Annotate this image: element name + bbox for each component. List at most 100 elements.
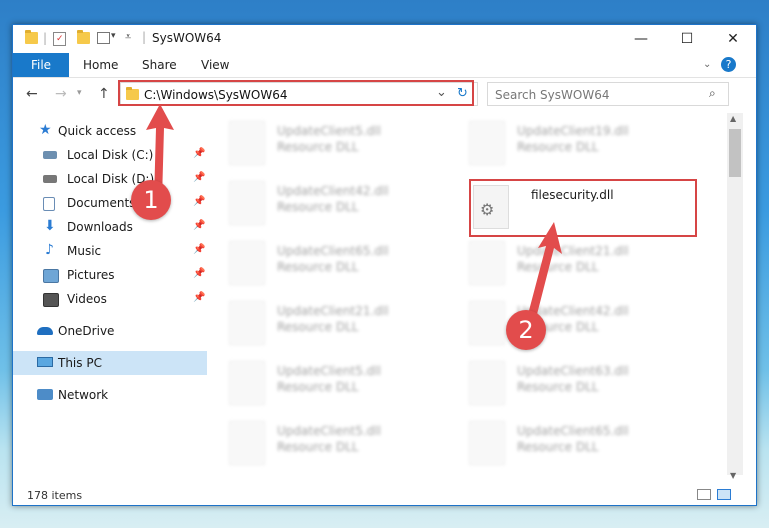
file-type: Resource DLL: [277, 200, 359, 214]
file-type: Resource DLL: [517, 380, 599, 394]
explorer-window: | ✓ ▾ ⩡ | SysWOW64 — ☐ ✕ File Home Share…: [12, 24, 757, 506]
file-name: UpdateClient21.dll: [277, 304, 389, 318]
file-type: Resource DLL: [277, 140, 359, 154]
window-title: SysWOW64: [152, 31, 222, 45]
large-icons-view-icon[interactable]: [717, 489, 731, 500]
scrollbar-thumb[interactable]: [729, 129, 741, 177]
downloads-icon: ⬇: [44, 218, 56, 234]
sidebar-item-music[interactable]: ♪ Music 📌: [13, 239, 207, 263]
pin-icon[interactable]: 📌: [193, 244, 205, 255]
ribbon-tabs: File Home Share View ⌄ ?: [13, 53, 756, 78]
tab-file[interactable]: File: [13, 53, 69, 77]
sidebar-item-label: OneDrive: [58, 324, 115, 338]
navigation-row: ← → ▾ ↑ C:\Windows\SysWOW64 ⌄ ↻ Search S…: [13, 78, 756, 112]
file-type: Resource DLL: [277, 380, 359, 394]
tab-view[interactable]: View: [201, 53, 229, 77]
file-name: UpdateClient5.dll: [277, 424, 381, 438]
computer-icon: [37, 357, 53, 367]
sidebar-item-label: Documents: [67, 196, 136, 210]
file-item[interactable]: UpdateClient5.dll Resource DLL: [229, 361, 459, 417]
file-item[interactable]: UpdateClient42.dll Resource DLL: [469, 301, 699, 357]
file-item[interactable]: UpdateClient5.dll Resource DLL: [229, 121, 459, 177]
title-bar: | ✓ ▾ ⩡ | SysWOW64 — ☐ ✕: [13, 25, 756, 53]
item-count: 178 items: [27, 489, 83, 502]
sidebar-item-label: Videos: [67, 292, 107, 306]
dll-file-icon: [469, 361, 505, 405]
file-item[interactable]: UpdateClient21.dll Resource DLL: [229, 301, 459, 357]
back-button[interactable]: ←: [26, 86, 38, 102]
search-placeholder: Search SysWOW64: [495, 88, 610, 102]
pictures-icon: [43, 269, 59, 283]
sidebar-item-label: Music: [67, 244, 102, 258]
up-button[interactable]: ↑: [98, 86, 110, 102]
videos-icon: [43, 293, 59, 307]
sidebar-item-videos[interactable]: Videos 📌: [13, 287, 207, 311]
dll-file-icon: [229, 361, 265, 405]
pin-icon[interactable]: 📌: [193, 172, 205, 183]
recent-locations-icon[interactable]: ▾: [77, 88, 82, 98]
file-item[interactable]: UpdateClient19.dll Resource DLL: [469, 121, 699, 177]
folder-icon: [25, 30, 38, 44]
cloud-icon: [37, 327, 53, 335]
maximize-button[interactable]: ☐: [664, 25, 710, 53]
file-type: Resource DLL: [277, 440, 359, 454]
sidebar-item-downloads[interactable]: ⬇ Downloads 📌: [13, 215, 207, 239]
dll-file-icon: [229, 121, 265, 165]
file-name: UpdateClient63.dll: [517, 364, 629, 378]
dll-file-icon: [469, 241, 505, 285]
file-name: UpdateClient42.dll: [277, 184, 389, 198]
separator: |: [43, 31, 48, 45]
forward-button[interactable]: →: [55, 86, 67, 102]
scroll-up-icon[interactable]: ▲: [730, 114, 736, 123]
expand-ribbon-icon[interactable]: ⌄: [703, 59, 711, 70]
file-item[interactable]: UpdateClient65.dll Resource DLL: [469, 421, 699, 477]
dll-file-icon: [469, 121, 505, 165]
file-item[interactable]: UpdateClient63.dll Resource DLL: [469, 361, 699, 417]
file-name: UpdateClient65.dll: [277, 244, 389, 258]
pin-icon[interactable]: 📌: [193, 148, 205, 159]
file-item[interactable]: UpdateClient42.dll Resource DLL: [229, 181, 459, 237]
file-type: Resource DLL: [277, 260, 359, 274]
network-icon: [37, 389, 53, 400]
minimize-button[interactable]: —: [618, 25, 664, 53]
pin-icon[interactable]: 📌: [193, 196, 205, 207]
tab-share[interactable]: Share: [142, 53, 177, 77]
properties-icon[interactable]: ✓: [53, 32, 66, 46]
details-view-icon[interactable]: [697, 489, 711, 500]
close-button[interactable]: ✕: [710, 25, 756, 53]
status-bar: [13, 481, 756, 505]
search-icon[interactable]: ⌕: [709, 86, 716, 101]
sidebar-item-pictures[interactable]: Pictures 📌: [13, 263, 207, 287]
file-name: UpdateClient5.dll: [277, 364, 381, 378]
music-icon: ♪: [45, 242, 54, 258]
view-options-icon[interactable]: [97, 32, 110, 44]
pin-icon[interactable]: 📌: [193, 292, 205, 303]
file-item[interactable]: UpdateClient65.dll Resource DLL: [229, 241, 459, 297]
sidebar-item-label: This PC: [58, 356, 102, 370]
pin-icon[interactable]: 📌: [193, 268, 205, 279]
file-type: Resource DLL: [517, 440, 599, 454]
drive-icon: [43, 175, 57, 183]
file-item[interactable]: UpdateClient21.dll Resource DLL: [469, 241, 699, 297]
file-item[interactable]: UpdateClient5.dll Resource DLL: [229, 421, 459, 477]
new-folder-icon[interactable]: [77, 30, 90, 44]
sidebar-item-label: Quick access: [58, 124, 137, 138]
pin-icon[interactable]: 📌: [193, 220, 205, 231]
chevron-down-icon[interactable]: ▾: [111, 31, 116, 41]
file-name: UpdateClient65.dll: [517, 424, 629, 438]
help-button[interactable]: ?: [721, 57, 736, 72]
dll-file-icon: [229, 301, 265, 345]
tab-home[interactable]: Home: [83, 53, 118, 77]
customize-toolbar-icon[interactable]: ⩡: [125, 30, 131, 44]
scroll-down-icon[interactable]: ▼: [730, 471, 736, 480]
sidebar-item-label: Pictures: [67, 268, 115, 282]
sidebar-item-network[interactable]: Network: [13, 383, 207, 407]
sidebar-item-this-pc[interactable]: This PC: [13, 351, 207, 375]
sidebar-item-label: Downloads: [67, 220, 133, 234]
dll-file-icon: [469, 301, 505, 345]
dll-file-icon: [229, 421, 265, 465]
sidebar-item-onedrive[interactable]: OneDrive: [13, 319, 207, 343]
file-name: UpdateClient19.dll: [517, 124, 629, 138]
sidebar-item-label: Network: [58, 388, 109, 402]
documents-icon: [43, 197, 55, 211]
